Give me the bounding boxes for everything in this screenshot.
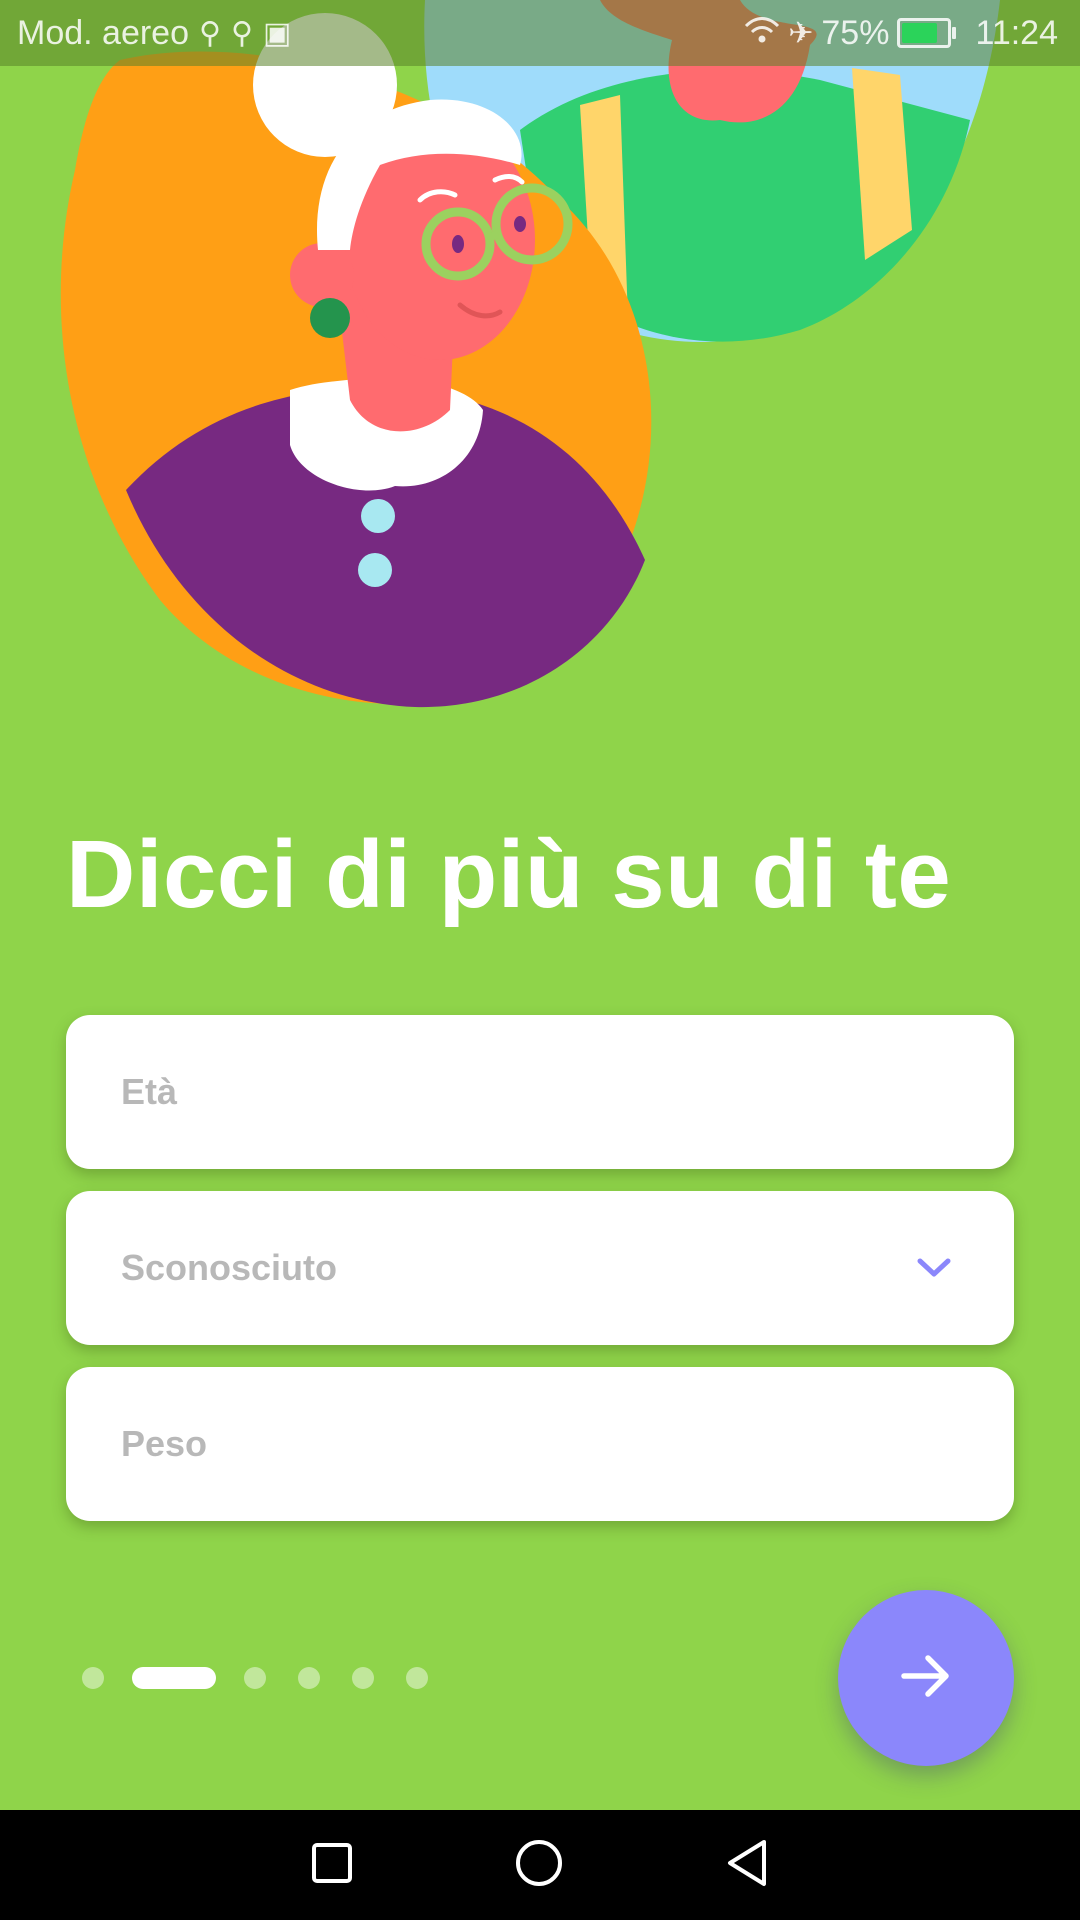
airplane-mode-icon: ✈	[788, 16, 814, 50]
navigation-bar	[0, 1810, 1080, 1920]
arrow-right-icon	[898, 1652, 954, 1705]
carrier-label: Mod. aereo	[17, 13, 189, 52]
wifi-icon	[744, 14, 780, 53]
status-bar-right: ✈ 75% 11:24	[744, 14, 1080, 53]
age-field-placeholder: Età	[121, 1071, 178, 1112]
page-dot	[298, 1667, 320, 1689]
sex-dropdown[interactable]: Sconosciuto	[66, 1191, 1014, 1345]
next-button[interactable]	[838, 1590, 1014, 1766]
usb-icon: ⚲	[230, 16, 253, 50]
page-dot	[352, 1667, 374, 1689]
page-dot	[82, 1667, 104, 1689]
usb-icon: ⚲	[199, 16, 221, 50]
recent-apps-icon[interactable]	[310, 1841, 354, 1890]
age-field[interactable]: Età	[66, 1015, 1014, 1169]
back-icon[interactable]	[724, 1838, 770, 1893]
weight-field[interactable]: Peso	[66, 1367, 1014, 1521]
battery-charging-icon	[897, 18, 957, 48]
page-title: Dicci di più su di te	[66, 821, 952, 928]
sex-dropdown-value: Sconosciuto	[121, 1247, 338, 1288]
chevron-down-icon	[914, 1248, 954, 1288]
home-icon[interactable]	[514, 1838, 564, 1893]
page-dot	[244, 1667, 266, 1689]
battery-percent: 75%	[821, 13, 890, 52]
clock: 11:24	[975, 13, 1058, 52]
weight-field-placeholder: Peso	[121, 1423, 208, 1464]
notification-icon: ▣	[262, 16, 292, 50]
page-indicator	[82, 1666, 428, 1690]
hero-illustration	[60, 0, 1001, 708]
page-dot-active	[132, 1667, 216, 1689]
page-dot	[406, 1667, 428, 1689]
status-bar: Mod. aereo ⚲ ⚲ ▣ ✈ 75% 11:24	[0, 0, 1080, 66]
status-bar-left: Mod. aereo ⚲ ⚲ ▣	[0, 14, 291, 53]
